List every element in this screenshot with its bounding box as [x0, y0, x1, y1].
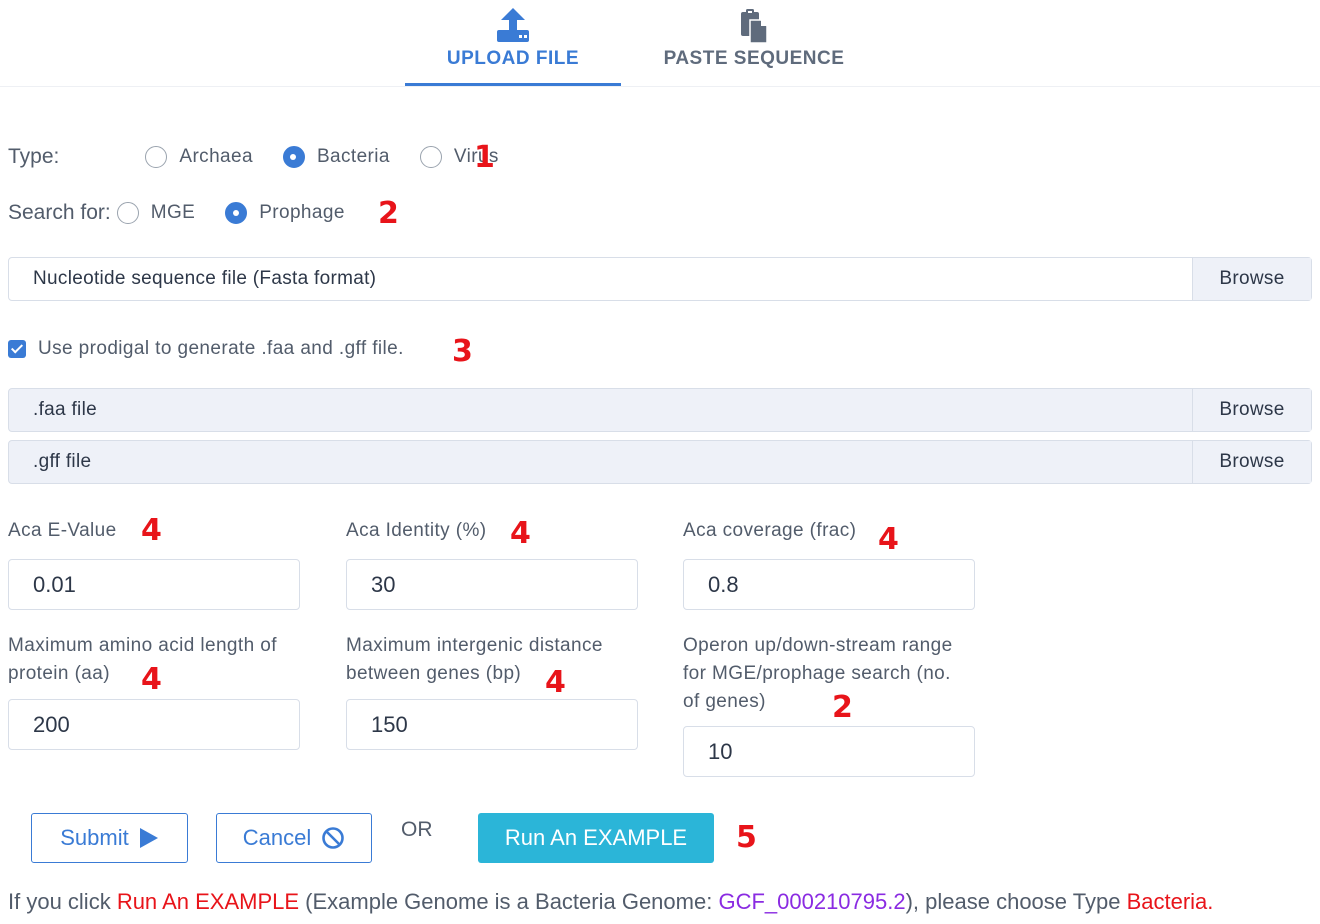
tab-paste-sequence[interactable]: PASTE SEQUENCE [640, 0, 868, 86]
run-example-button[interactable]: Run An EXAMPLE [478, 813, 714, 863]
aca-coverage-label: Aca coverage (frac) [683, 520, 857, 541]
radio-mge-label: MGE [150, 202, 196, 223]
tab-bar: UPLOAD FILE PASTE SEQUENCE [0, 0, 1320, 87]
cancel-label: Cancel [242, 825, 312, 850]
max-intergenic-label-line1: Maximum intergenic distance [346, 635, 603, 656]
note-text-1: If you click [8, 889, 117, 914]
search-row: Search for: MGE Prophage [8, 201, 375, 225]
upload-icon [497, 8, 529, 42]
note-genome-link[interactable]: GCF_000210795.2 [718, 889, 905, 914]
tab-paste-label: PASTE SEQUENCE [663, 48, 845, 69]
annotation-2: 2 [378, 196, 399, 231]
operon-range-input[interactable]: 10 [683, 726, 975, 777]
aca-identity-input[interactable]: 30 [346, 559, 638, 610]
max-intergenic-label-line2: between genes (bp) [346, 663, 522, 684]
annotation-1: 1 [474, 140, 495, 175]
radio-archaea[interactable] [145, 146, 168, 168]
note-run-example: Run An EXAMPLE [116, 889, 300, 914]
annotation-4-coverage: 4 [878, 522, 899, 557]
radio-archaea-label: Archaea [179, 146, 253, 167]
faa-file-input[interactable]: .faa file Browse [8, 388, 1312, 432]
annotation-2-operon: 2 [832, 690, 853, 725]
radio-prophage-label: Prophage [259, 202, 345, 223]
max-intergenic-input[interactable]: 150 [346, 699, 638, 750]
prodigal-checkbox[interactable] [8, 340, 26, 358]
gff-browse-button[interactable]: Browse [1192, 441, 1311, 483]
annotation-4-intergenic: 4 [545, 665, 566, 700]
clipboard-icon [741, 9, 768, 44]
type-row: Type: Archaea Bacteria Virus [8, 145, 529, 169]
gff-file-placeholder: .gff file [33, 451, 92, 472]
radio-virus[interactable] [419, 146, 442, 168]
faa-browse-button[interactable]: Browse [1192, 389, 1311, 431]
annotation-4-aa-length: 4 [141, 662, 162, 697]
annotation-3: 3 [452, 334, 473, 369]
radio-mge[interactable] [116, 202, 139, 224]
aca-coverage-input[interactable]: 0.8 [683, 559, 975, 610]
prodigal-row: Use prodigal to generate .faa and .gff f… [8, 338, 404, 360]
radio-bacteria-label: Bacteria [316, 146, 390, 167]
nucleotide-browse-button[interactable]: Browse [1192, 258, 1311, 300]
tab-upload-file[interactable]: UPLOAD FILE [405, 0, 621, 86]
prodigal-label: Use prodigal to generate .faa and .gff f… [38, 338, 404, 359]
radio-option-bacteria[interactable]: Bacteria [282, 146, 390, 168]
type-label: Type: [8, 145, 60, 168]
faa-file-placeholder: .faa file [33, 399, 97, 420]
nucleotide-file-placeholder: Nucleotide sequence file (Fasta format) [33, 268, 377, 289]
example-note: If you click Run An EXAMPLE (Example Gen… [8, 889, 1213, 915]
ban-icon [322, 827, 345, 849]
operon-range-label-line2: for MGE/prophage search (no. [683, 663, 951, 684]
nucleotide-file-input[interactable]: Nucleotide sequence file (Fasta format) … [8, 257, 1312, 301]
annotation-4-identity: 4 [510, 516, 531, 551]
radio-prophage[interactable] [225, 202, 248, 224]
tab-upload-label: UPLOAD FILE [446, 48, 580, 69]
gff-file-input[interactable]: .gff file Browse [8, 440, 1312, 484]
max-intergenic-field: Maximum intergenic distance between gene… [346, 632, 646, 752]
submit-label: Submit [60, 825, 129, 850]
aca-identity-field: Aca Identity (%) 30 [346, 517, 646, 612]
or-separator: OR [401, 818, 433, 841]
radio-bacteria[interactable] [282, 146, 305, 168]
annotation-5: 5 [736, 820, 757, 855]
play-icon [139, 828, 158, 848]
search-for-label: Search for: [8, 201, 111, 224]
note-bacteria: Bacteria [1126, 889, 1208, 914]
note-text-3: ), please choose Type [905, 889, 1127, 914]
operon-range-label-line1: Operon up/down-stream range [683, 635, 953, 656]
submit-button[interactable]: Submit [31, 813, 188, 863]
radio-option-prophage[interactable]: Prophage [225, 202, 345, 224]
cancel-button[interactable]: Cancel [216, 813, 372, 863]
aca-evalue-input[interactable]: 0.01 [8, 559, 300, 610]
note-text-2: (Example Genome is a Bacteria Genome: [299, 889, 719, 914]
max-aa-length-label-line1: Maximum amino acid length of [8, 635, 277, 656]
note-period: . [1207, 889, 1214, 914]
annotation-4-evalue: 4 [141, 513, 162, 548]
radio-option-mge[interactable]: MGE [116, 202, 196, 224]
radio-option-archaea[interactable]: Archaea [145, 146, 253, 168]
max-aa-length-input[interactable]: 200 [8, 699, 300, 750]
aca-coverage-field: Aca coverage (frac) 0.8 [683, 517, 983, 612]
aca-identity-label: Aca Identity (%) [346, 520, 487, 541]
